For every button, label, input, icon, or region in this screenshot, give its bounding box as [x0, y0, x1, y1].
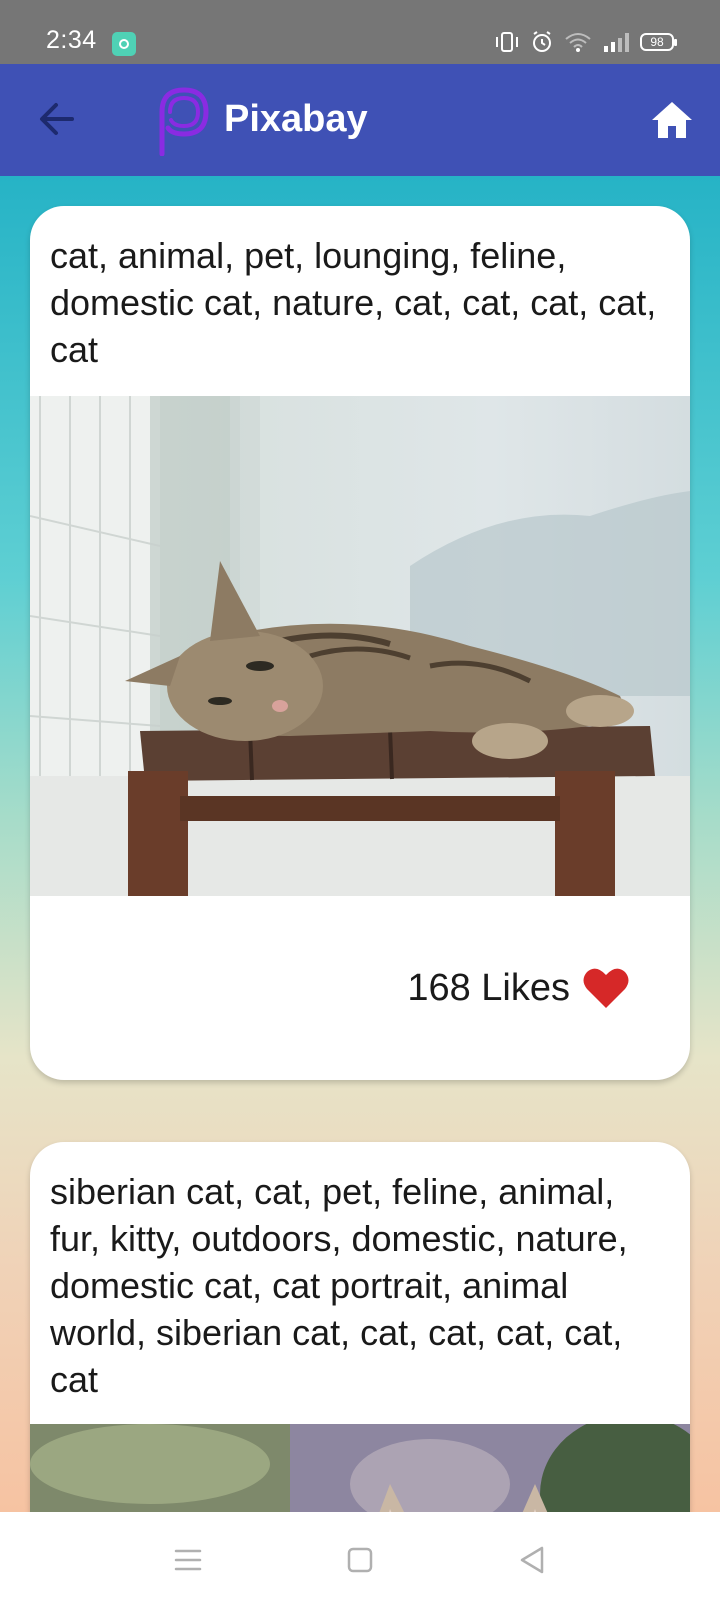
- back-triangle-icon: [520, 1546, 544, 1574]
- arrow-left-icon: [40, 103, 74, 135]
- image-card[interactable]: siberian cat, cat, pet, feline, animal, …: [30, 1142, 690, 1512]
- home-square-icon: [347, 1547, 373, 1573]
- likes-row: 168 Likes: [30, 896, 690, 1080]
- card-image-siberian-cat[interactable]: [30, 1424, 690, 1512]
- status-icons: 98: [494, 30, 677, 54]
- notification-app-icon: [112, 32, 136, 56]
- signal-icon: [604, 33, 629, 52]
- status-time: 2:34: [46, 26, 97, 54]
- vibrate-icon: [496, 32, 518, 52]
- heart-icon[interactable]: [582, 966, 630, 1010]
- wifi-icon: [565, 33, 591, 52]
- system-nav-bar: [0, 1512, 720, 1600]
- likes-count: 168 Likes: [407, 966, 570, 1009]
- recent-apps-button[interactable]: [168, 1540, 208, 1580]
- card-tags: siberian cat, cat, pet, feline, animal, …: [50, 1171, 628, 1400]
- system-back-button[interactable]: [512, 1540, 552, 1580]
- recent-apps-icon: [174, 1549, 202, 1571]
- app-bar: Pixabay: [0, 64, 720, 176]
- app-title: Pixabay: [224, 98, 368, 140]
- home-icon: [652, 102, 692, 138]
- battery-indicator: 98: [640, 33, 677, 51]
- home-button[interactable]: [650, 98, 694, 142]
- screen: 2:34 98 Pixabay cat, animal, pet, loungi…: [0, 0, 720, 1600]
- card-image-cat-on-stool[interactable]: [30, 396, 690, 896]
- status-bar: 2:34 98: [0, 0, 720, 64]
- feed[interactable]: cat, animal, pet, lounging, feline, dome…: [0, 176, 720, 1512]
- system-home-button[interactable]: [340, 1540, 380, 1580]
- card-tags: cat, animal, pet, lounging, feline, dome…: [50, 235, 657, 370]
- pixabay-p-logo-icon: [159, 87, 209, 156]
- back-button[interactable]: [34, 94, 84, 144]
- image-card[interactable]: cat, animal, pet, lounging, feline, dome…: [30, 206, 690, 1080]
- alarm-icon: [533, 31, 551, 52]
